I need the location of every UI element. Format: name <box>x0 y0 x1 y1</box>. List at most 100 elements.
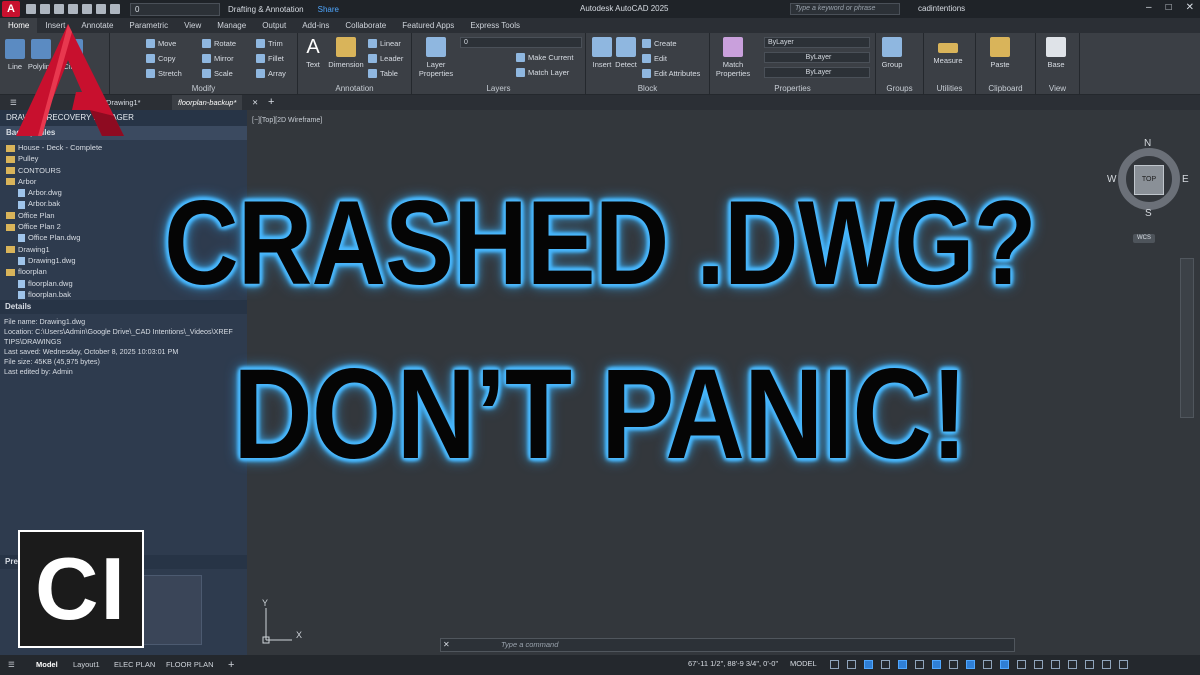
lineweight-icon[interactable] <box>932 660 941 669</box>
dimension-button[interactable]: Dimension <box>326 37 366 69</box>
save-icon[interactable] <box>54 4 64 14</box>
tree-item[interactable]: House - Deck - Complete <box>6 142 247 153</box>
compass-south[interactable]: S <box>1145 208 1152 219</box>
move-button[interactable]: Move <box>146 39 176 48</box>
new-tab-icon[interactable]: + <box>262 95 280 110</box>
array-button[interactable]: Array <box>256 69 286 78</box>
base-view-button[interactable]: Base <box>1042 37 1070 69</box>
command-close-icon[interactable]: ✕ <box>443 640 450 649</box>
model-space-toggle[interactable]: MODEL <box>790 659 817 668</box>
annotation-visibility-icon[interactable] <box>1000 660 1009 669</box>
layer-dropdown-ribbon[interactable]: 0 <box>460 37 582 48</box>
tab-add-ins[interactable]: Add-ins <box>294 18 337 33</box>
linetype-dropdown[interactable]: ByLayer <box>764 52 870 63</box>
title-bar: A 0 Drafting & Annotation Share Autodesk… <box>0 0 1200 18</box>
leader-button[interactable]: Leader <box>368 54 403 63</box>
copy-button[interactable]: Copy <box>146 54 176 63</box>
plot-icon[interactable] <box>82 4 92 14</box>
redo-icon[interactable] <box>110 4 120 14</box>
annotation-scale-icon[interactable] <box>1034 660 1043 669</box>
detect-button[interactable]: Detect <box>614 37 638 69</box>
snap-icon[interactable] <box>847 660 856 669</box>
compass-north[interactable]: N <box>1144 138 1151 149</box>
layout-tab-layout1[interactable]: Layout1 <box>67 658 106 672</box>
user-account[interactable]: cadintentions <box>918 4 965 13</box>
create-block-button[interactable]: Create <box>642 39 677 48</box>
ortho-icon[interactable] <box>864 660 873 669</box>
mirror-button[interactable]: Mirror <box>202 54 234 63</box>
color-dropdown[interactable]: ByLayer <box>764 37 870 48</box>
annotation-monitor-icon[interactable] <box>1068 660 1077 669</box>
selection-cycling-icon[interactable] <box>966 660 975 669</box>
customization-icon[interactable] <box>1119 660 1128 669</box>
edit-attributes-button[interactable]: Edit Attributes <box>642 69 700 78</box>
layout-tab-floor-plan[interactable]: FLOOR PLAN <box>160 658 220 672</box>
save-as-icon[interactable] <box>68 4 78 14</box>
tab-manage[interactable]: Manage <box>209 18 254 33</box>
edit-block-button[interactable]: Edit <box>642 54 667 63</box>
fillet-button[interactable]: Fillet <box>256 54 284 63</box>
tab-view[interactable]: View <box>176 18 209 33</box>
tab-featured-apps[interactable]: Featured Apps <box>394 18 462 33</box>
doc-tab-floorplan-backup[interactable]: floorplan-backup* <box>172 95 243 110</box>
workspace-icon[interactable] <box>1051 660 1060 669</box>
share-button[interactable]: Share <box>318 5 339 14</box>
add-layout-icon[interactable]: + <box>222 658 240 672</box>
minimize-icon[interactable]: – <box>1146 2 1152 13</box>
wcs-menu[interactable]: WCS <box>1133 234 1155 243</box>
units-icon[interactable] <box>1085 660 1094 669</box>
viewcube[interactable]: TOP N S W E <box>1107 138 1189 219</box>
workspace-switcher[interactable]: Drafting & Annotation <box>228 5 304 14</box>
layouts-menu-icon[interactable]: ☰ <box>2 658 21 672</box>
tree-item[interactable]: Pulley <box>6 153 247 164</box>
lineweight-dropdown[interactable]: ByLayer <box>764 67 870 78</box>
command-line[interactable]: ✕ Type a command <box>440 638 1015 652</box>
measure-button[interactable]: Measure <box>928 37 968 65</box>
dynamic-ucs-icon[interactable] <box>983 660 992 669</box>
coordinate-readout[interactable]: 67'-11 1/2", 88'-9 3/4", 0'-0" <box>688 659 778 668</box>
linear-button[interactable]: Linear <box>368 39 401 48</box>
undo-icon[interactable] <box>96 4 106 14</box>
make-current-button[interactable]: Make Current <box>516 53 573 62</box>
scale-button[interactable]: Scale <box>202 69 233 78</box>
group-button[interactable]: Group <box>878 37 906 69</box>
measure-label: Measure <box>933 56 963 65</box>
viewcube-top-face[interactable]: TOP <box>1134 165 1164 195</box>
match-layer-button[interactable]: Match Layer <box>516 68 569 77</box>
application-menu-button[interactable]: A <box>2 1 20 17</box>
text-button[interactable]: A Text <box>302 37 324 69</box>
stretch-button[interactable]: Stretch <box>146 69 182 78</box>
grid-icon[interactable] <box>830 660 839 669</box>
tab-output[interactable]: Output <box>254 18 294 33</box>
search-input[interactable]: Type a keyword or phrase <box>790 3 900 15</box>
layer-properties-button[interactable]: Layer Properties <box>416 37 456 78</box>
navigation-bar[interactable] <box>1180 258 1194 418</box>
tab-express-tools[interactable]: Express Tools <box>462 18 528 33</box>
tab-collaborate[interactable]: Collaborate <box>337 18 394 33</box>
create-block-icon <box>642 39 651 48</box>
command-input[interactable]: Type a command <box>501 640 558 649</box>
viewport-controls[interactable]: [−][Top][2D Wireframe] <box>252 117 322 124</box>
quick-properties-icon[interactable] <box>1102 660 1111 669</box>
match-properties-button[interactable]: Match Properties <box>714 37 752 78</box>
rotate-button[interactable]: Rotate <box>202 39 236 48</box>
layer-dropdown[interactable]: 0 <box>130 2 220 16</box>
layout-tab-model[interactable]: Model <box>30 658 64 672</box>
osnap-icon[interactable] <box>898 660 907 669</box>
polar-icon[interactable] <box>881 660 890 669</box>
table-button[interactable]: Table <box>368 69 398 78</box>
close-icon[interactable]: ✕ <box>1186 2 1194 13</box>
paste-button[interactable]: Paste <box>986 37 1014 69</box>
stretch-icon <box>146 69 155 78</box>
insert-button[interactable]: Insert <box>590 37 614 69</box>
layout-tab-elec-plan[interactable]: ELEC PLAN <box>108 658 161 672</box>
tree-item[interactable]: CONTOURS <box>6 165 247 176</box>
compass-east[interactable]: E <box>1182 174 1189 185</box>
open-icon[interactable] <box>40 4 50 14</box>
autoscale-icon[interactable] <box>1017 660 1026 669</box>
restore-icon[interactable]: □ <box>1166 2 1172 13</box>
otrack-icon[interactable] <box>915 660 924 669</box>
trim-button[interactable]: Trim <box>256 39 283 48</box>
transparency-icon[interactable] <box>949 660 958 669</box>
new-icon[interactable] <box>26 4 36 14</box>
